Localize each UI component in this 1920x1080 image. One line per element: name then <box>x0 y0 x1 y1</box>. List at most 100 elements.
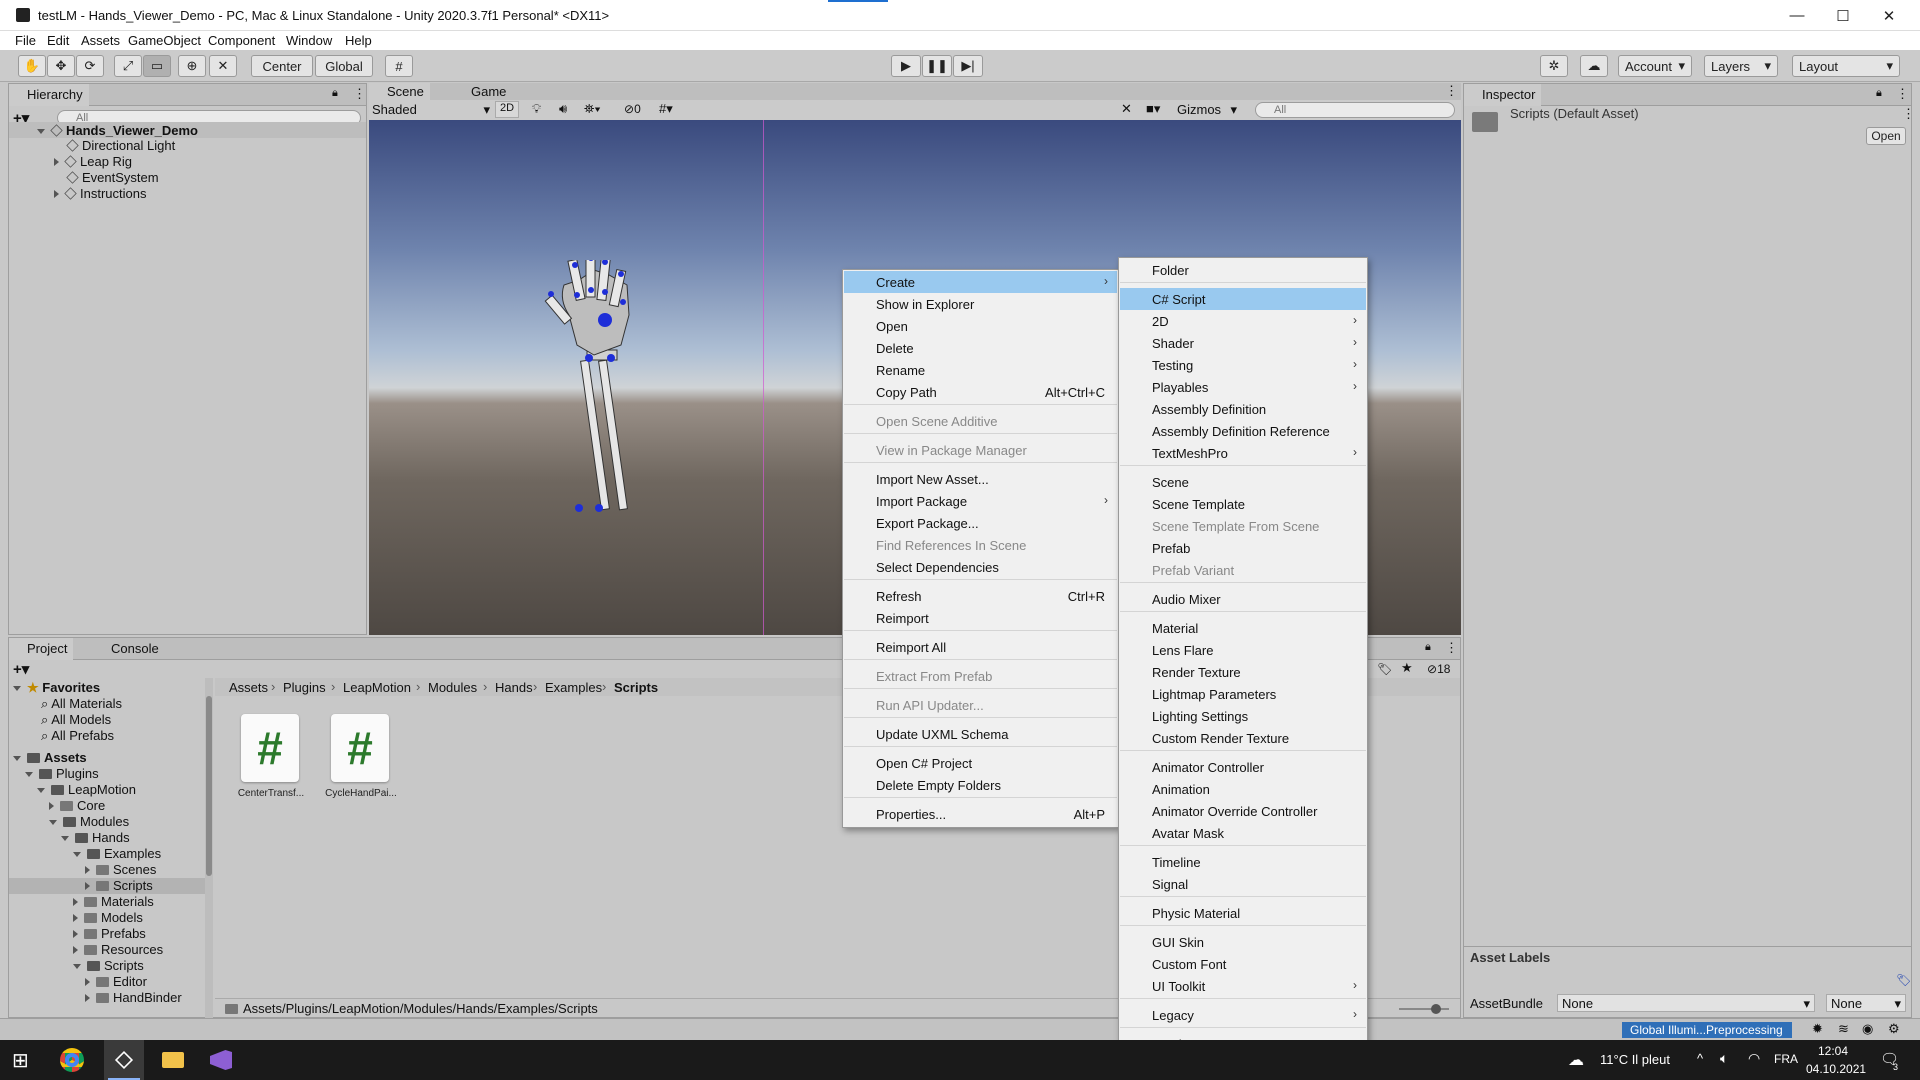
menu-item-open[interactable]: Open <box>844 315 1117 337</box>
expand-icon[interactable] <box>85 978 90 986</box>
menu-item-playables[interactable]: Playables › <box>1120 376 1366 398</box>
breadcrumb-current[interactable]: Scripts <box>614 680 658 695</box>
debug-icon[interactable]: ✹ <box>1812 1021 1823 1037</box>
settings-icon[interactable]: ⚙ <box>1888 1021 1900 1037</box>
hierarchy-item[interactable]: Instructions <box>9 186 146 202</box>
effects-dropdown-icon[interactable]: ⛯▾ <box>584 101 601 117</box>
csharp-script-icon[interactable]: # <box>241 714 299 782</box>
tab-hierarchy[interactable]: Hierarchy <box>9 84 89 106</box>
csharp-script-icon[interactable]: # <box>331 714 389 782</box>
expand-icon[interactable] <box>85 882 90 890</box>
menu-item-lightmap-parameters[interactable]: Lightmap Parameters <box>1120 683 1366 705</box>
expand-icon[interactable] <box>13 756 21 761</box>
menu-item-avatar-mask[interactable]: Avatar Mask <box>1120 822 1366 844</box>
folder-tree-item[interactable]: Scenes <box>9 862 156 878</box>
folder-tree-item[interactable]: Resources <box>9 942 163 958</box>
rect-tool-icon[interactable]: ▭ <box>143 55 171 77</box>
icon-size-slider[interactable] <box>1399 1008 1449 1010</box>
pivot-global-toggle[interactable]: Global <box>315 55 373 77</box>
favorite-item[interactable]: ⌕ All Prefabs <box>9 728 114 744</box>
menu-item-ui-toolkit[interactable]: UI Toolkit › <box>1120 975 1366 997</box>
folder-tree-item[interactable]: Materials <box>9 894 154 910</box>
kebab-menu-icon[interactable]: ⋮ <box>1445 83 1458 99</box>
expand-icon[interactable] <box>73 914 78 922</box>
collab-icon[interactable]: ✲ <box>1540 55 1568 77</box>
folder-tree-item[interactable]: Editor <box>9 974 147 990</box>
lock-icon[interactable]: 🔒︎ <box>332 87 338 100</box>
scale-tool-icon[interactable]: ⤢ <box>114 55 142 77</box>
gizmos-dropdown[interactable]: Gizmos ▾ <box>1177 102 1237 118</box>
breadcrumb-item[interactable]: Assets <box>229 680 268 695</box>
favorite-item[interactable]: ⌕ All Materials <box>9 696 122 712</box>
lock-icon[interactable]: 🔒︎ <box>1425 641 1431 654</box>
menu-item-reimport[interactable]: Reimport <box>844 607 1117 629</box>
menu-window[interactable]: Window <box>286 33 332 48</box>
breadcrumb-item[interactable]: Hands <box>495 680 533 695</box>
menu-item-textmeshpro[interactable]: TextMeshPro › <box>1120 442 1366 464</box>
pivot-center-toggle[interactable]: Center <box>251 55 313 77</box>
icon-size-slider-thumb[interactable] <box>1431 1004 1441 1014</box>
2d-toggle[interactable]: 2D <box>495 101 519 118</box>
tools-icon[interactable]: ✕ <box>1121 101 1132 117</box>
expand-icon[interactable] <box>73 898 78 906</box>
favorite-star-icon[interactable]: ★ <box>1401 660 1413 676</box>
expand-icon[interactable] <box>13 686 21 691</box>
layout-dropdown[interactable]: Layout ▾ <box>1792 55 1900 77</box>
tab-project[interactable]: Project <box>9 638 74 660</box>
cloud-icon[interactable]: ☁ <box>1580 55 1608 77</box>
maximize-button[interactable]: ☐ <box>1820 0 1866 31</box>
expand-icon[interactable] <box>54 190 59 198</box>
folder-tree-item[interactable]: Prefabs <box>9 926 146 942</box>
label-tag-icon[interactable]: 🏷︎ <box>1896 973 1911 987</box>
rotate-tool-icon[interactable]: ⟳ <box>76 55 104 77</box>
menu-item-import-new-asset[interactable]: Import New Asset... <box>844 468 1117 490</box>
menu-item-import-package[interactable]: Import Package › <box>844 490 1117 512</box>
camera-dropdown-icon[interactable]: ■▾ <box>1146 101 1160 117</box>
menu-item-scene[interactable]: Scene <box>1120 471 1366 493</box>
chrome-icon[interactable] <box>60 1048 84 1072</box>
kebab-menu-icon[interactable]: ⋮ <box>1445 640 1458 656</box>
menu-item-scene-template[interactable]: Scene Template <box>1120 493 1366 515</box>
collapse-icon[interactable] <box>37 788 45 793</box>
progress-indicator[interactable]: Global Illumi...Preprocessing <box>1622 1022 1792 1038</box>
tab-game[interactable]: Game <box>453 83 512 100</box>
close-button[interactable]: ✕ <box>1866 0 1912 31</box>
menu-edit[interactable]: Edit <box>47 33 69 48</box>
custom-tool-icon[interactable]: ✕ <box>209 55 237 77</box>
menu-item-legacy[interactable]: Legacy › <box>1120 1004 1366 1026</box>
menu-item-export-package[interactable]: Export Package... <box>844 512 1117 534</box>
menu-component[interactable]: Component <box>208 33 275 48</box>
file-label[interactable]: CenterTransf... <box>233 788 309 799</box>
collapse-icon[interactable] <box>49 820 57 825</box>
expand-icon[interactable] <box>49 802 54 810</box>
menu-item-rename[interactable]: Rename <box>844 359 1117 381</box>
menu-item-signal[interactable]: Signal <box>1120 873 1366 895</box>
menu-item-update-uxml-schema[interactable]: Update UXML Schema <box>844 723 1117 745</box>
breadcrumb-item[interactable]: Plugins <box>283 680 326 695</box>
hand-tool-icon[interactable]: ✋ <box>18 55 46 77</box>
shading-dropdown[interactable]: Shaded ▾ <box>372 102 490 118</box>
menu-item-custom-font[interactable]: Custom Font <box>1120 953 1366 975</box>
grid-toggle-icon[interactable]: #▾ <box>659 101 673 117</box>
menu-item-reimport-all[interactable]: Reimport All <box>844 636 1117 658</box>
menu-item-create[interactable]: Create › <box>844 271 1117 293</box>
folder-tree-item[interactable]: Core <box>9 798 105 814</box>
collapse-icon[interactable] <box>25 772 33 777</box>
kebab-menu-icon[interactable]: ⋮ <box>1896 86 1909 102</box>
collapse-icon[interactable] <box>73 852 81 857</box>
breadcrumb-item[interactable]: Examples <box>545 680 602 695</box>
chevron-up-icon[interactable]: ^ <box>1697 1051 1703 1066</box>
cache-icon[interactable]: ◉ <box>1862 1021 1873 1037</box>
hidden-packages-toggle[interactable]: ⊘18 <box>1427 662 1450 676</box>
kebab-menu-icon[interactable]: ⋮ <box>353 86 366 102</box>
lock-icon[interactable]: 🔒︎ <box>1876 87 1882 100</box>
move-tool-icon[interactable]: ✥ <box>47 55 75 77</box>
menu-item-testing[interactable]: Testing › <box>1120 354 1366 376</box>
menu-file[interactable]: File <box>15 33 36 48</box>
layers-dropdown[interactable]: Layers ▾ <box>1704 55 1778 77</box>
menu-item-2d[interactable]: 2D › <box>1120 310 1366 332</box>
favorites-header[interactable]: ★ Favorites <box>9 680 100 696</box>
expand-icon[interactable] <box>37 129 45 134</box>
folder-tree-item[interactable]: Scripts <box>9 958 144 974</box>
menu-item-custom-render-texture[interactable]: Custom Render Texture <box>1120 727 1366 749</box>
